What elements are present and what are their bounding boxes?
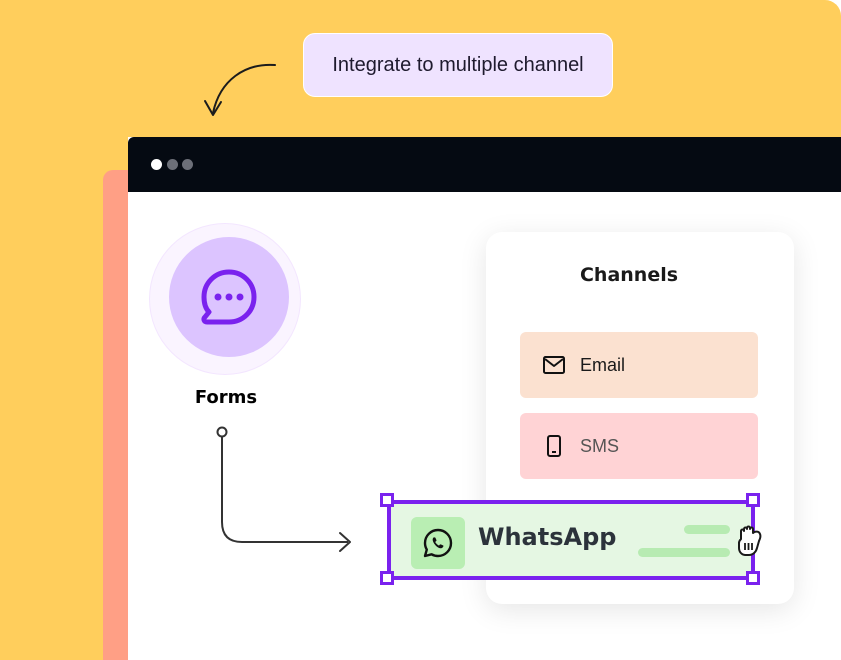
placeholder-line — [638, 548, 730, 557]
channel-email[interactable]: Email — [520, 332, 758, 398]
channel-sms-label: SMS — [580, 435, 620, 456]
resize-handle-bottom-right[interactable] — [746, 571, 760, 585]
whatsapp-icon — [423, 528, 453, 558]
whatsapp-channel-selected[interactable]: WhatsApp — [387, 500, 755, 580]
grab-hand-cursor-icon — [738, 525, 762, 556]
channel-email-label: Email — [580, 354, 626, 375]
app-window: Forms Channels Email SMS WhatsApp — [128, 137, 841, 660]
resize-handle-bottom-left[interactable] — [380, 571, 394, 585]
whatsapp-icon-tile — [411, 517, 465, 569]
canvas: Integrate to multiple channel Forms Chan… — [0, 0, 841, 660]
phone-icon — [542, 434, 566, 458]
connector-arrow — [216, 426, 351, 552]
callout-text: Integrate to multiple channel — [332, 53, 584, 76]
window-titlebar — [128, 137, 841, 192]
resize-handle-top-right[interactable] — [746, 493, 760, 507]
window-dot-close[interactable] — [151, 159, 162, 170]
forms-node[interactable] — [169, 237, 289, 357]
placeholder-line — [684, 525, 730, 534]
chat-bubble-icon — [201, 269, 257, 325]
channel-sms[interactable]: SMS — [520, 413, 758, 479]
window-dot-minimize[interactable] — [167, 159, 178, 170]
forms-label: Forms — [194, 387, 258, 408]
mail-icon — [542, 353, 566, 377]
callout-bubble: Integrate to multiple channel — [303, 33, 613, 97]
whatsapp-label: WhatsApp — [478, 523, 617, 551]
channels-title: Channels — [579, 264, 679, 286]
resize-handle-top-left[interactable] — [380, 493, 394, 507]
window-dot-maximize[interactable] — [182, 159, 193, 170]
curved-arrow-icon — [204, 63, 276, 116]
